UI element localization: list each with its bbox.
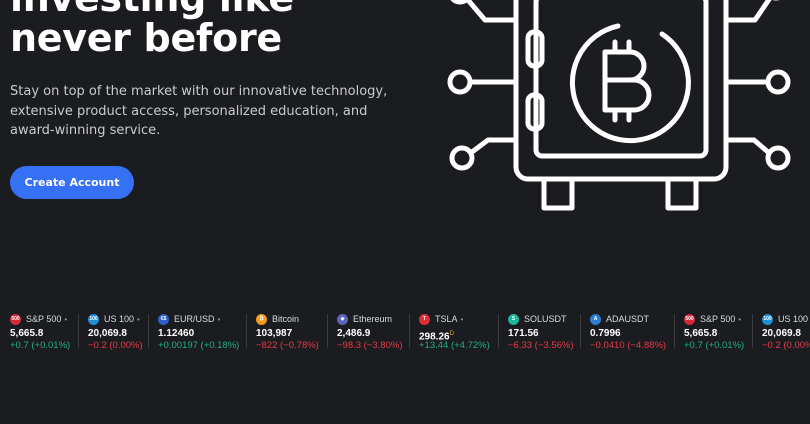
ticker-header: ₿ Bitcoin [256, 312, 319, 326]
market-ticker-bar: 500 S&P 500 • 5,665.8 +0.7 (+0.01%) 100 US 100… [0, 312, 810, 352]
ticker-header: €$ EUR/USD • [158, 312, 239, 326]
asset-logo-icon: A [590, 313, 601, 325]
ticker-header: 500 S&P 500 • [10, 312, 70, 326]
ticker-item[interactable]: €$ EUR/USD • 1.12460 +0.00197 (+0.18%) [148, 312, 240, 351]
asset-logo-icon: S [508, 313, 519, 325]
ticker-change: +0.00197 (+0.18%) [158, 340, 240, 351]
ticker-change: +0.7 (+0.01%) [10, 340, 71, 351]
market-status-dot: • [460, 314, 464, 324]
ticker-change: −6.33 (−3.56%) [508, 340, 574, 351]
ticker-price-row: 103,987 [256, 328, 319, 340]
ticker-header: ◆ Ethereum [337, 312, 403, 326]
ticker-price-row: 20,069.8 [88, 328, 143, 340]
asset-logo-icon: 100 [762, 313, 773, 325]
asset-logo-icon: T [419, 313, 430, 325]
ticker-symbol: Bitcoin [272, 314, 300, 324]
ticker-change: −0.2 (0.00%) [762, 340, 810, 351]
ticker-item[interactable]: T TSLA • 298.26D +13.44 (+4.72%) [409, 312, 490, 351]
hero-title: investing like never before [10, 0, 294, 58]
ticker-item[interactable]: 100US 100•20,069.8−0.2 (0.00%) [752, 312, 810, 351]
ticker-price-row: 5,665.8 [10, 328, 70, 340]
hero-subtitle: Stay on top of the market with our innov… [10, 84, 388, 138]
ticker-header: A ADAUSDT [590, 312, 666, 326]
ticker-change: −822 (−0.78%) [256, 340, 319, 351]
ticker-price-row: 20,069.8 [762, 328, 810, 340]
ticker-change: +0.7 (+0.01%) [684, 340, 745, 351]
ticker-change: −0.0410 (−4.88%) [590, 340, 667, 351]
ticker-price: 1.12460 [158, 328, 195, 339]
ticker-change: −0.2 (0.00%) [88, 340, 143, 351]
ticker-price-row: 1.12460 [158, 328, 239, 340]
ticker-price: 5,665.8 [684, 328, 718, 339]
asset-logo-icon: ◆ [337, 313, 348, 325]
asset-logo-icon: 500 [10, 313, 21, 325]
market-status-dot: • [137, 314, 140, 324]
ticker-header: S SOLUSDT [508, 312, 574, 326]
ticker-item[interactable]: 500 S&P 500 • 5,665.8 +0.7 (+0.01%) [0, 312, 71, 351]
create-account-button[interactable]: Create Account [10, 166, 134, 199]
ticker-divider [148, 314, 149, 348]
ticker-header: 500 S&P 500 • [684, 312, 744, 326]
ticker-symbol: S&P 500 [26, 314, 62, 324]
ticker-price-row: 171.56 [508, 328, 574, 340]
ticker-symbol: S&P 500 [700, 314, 736, 324]
ticker-item[interactable]: A ADAUSDT 0.7996 −0.0410 (−4.88%) [580, 312, 667, 351]
ticker-item[interactable]: 100 US 100• 20,069.8−0.2 (0.00%) [78, 312, 143, 351]
ticker-price: 20,069.8 [88, 328, 127, 339]
ticker-divider [752, 314, 753, 348]
ticker-price-row: 2,486.9 [337, 328, 403, 340]
ticker-item[interactable]: S SOLUSDT 171.56 −6.33 (−3.56%) [498, 312, 574, 351]
ticker-item[interactable]: 500 S&P 500 • 5,665.8 +0.7 (+0.01%) [674, 312, 745, 351]
ticker-change: +13.44 (+4.72%) [419, 340, 490, 351]
market-status-dot: • [217, 314, 221, 324]
ticker-divider [246, 314, 247, 348]
ticker-price-row: 5,665.8 [684, 328, 744, 340]
asset-logo-icon: 500 [684, 313, 695, 325]
ticker-header: 100 US 100• [88, 312, 143, 326]
ticker-divider [409, 314, 410, 348]
ticker-divider [78, 314, 79, 348]
ticker-symbol: SOLUSDT [524, 314, 567, 324]
ticker-symbol: ADAUSDT [606, 314, 650, 324]
ticker-divider [327, 314, 328, 348]
ticker-price-row: 298.26D [419, 328, 490, 342]
ticker-symbol: EUR/USD [174, 314, 215, 324]
market-status-dot: • [738, 314, 742, 324]
ticker-item[interactable]: ◆ Ethereum 2,486.9 −98.3 (−3.80%) [327, 312, 403, 351]
asset-logo-icon: ₿ [256, 313, 267, 325]
ticker-header: 100US 100• [762, 312, 810, 326]
hero-title-line-2: never before [10, 16, 282, 60]
ticker-change: −98.3 (−3.80%) [337, 340, 403, 351]
ticker-divider [498, 314, 499, 348]
ticker-price: 2,486.9 [337, 328, 371, 339]
ticker-symbol: TSLA [435, 314, 458, 324]
ticker-symbol: US 100 [778, 314, 809, 324]
ticker-divider [580, 314, 581, 348]
ticker-price: 0.7996 [590, 328, 621, 339]
asset-logo-icon: 100 [88, 313, 99, 325]
ticker-price-row: 0.7996 [590, 328, 666, 340]
ticker-symbol: Ethereum [353, 314, 393, 324]
asset-logo-icon: €$ [158, 313, 169, 325]
crypto-vault-illustration [447, 0, 791, 211]
ticker-price: 20,069.8 [762, 328, 801, 339]
ticker-symbol: US 100 [104, 314, 135, 324]
ticker-divider [674, 314, 675, 348]
ticker-price: 5,665.8 [10, 328, 44, 339]
delayed-marker: D [449, 331, 454, 337]
ticker-item[interactable]: ₿ Bitcoin 103,987 −822 (−0.78%) [246, 312, 319, 351]
ticker-price: 103,987 [256, 328, 293, 339]
ticker-header: T TSLA • [419, 312, 490, 326]
ticker-price: 171.56 [508, 328, 539, 339]
market-status-dot: • [64, 314, 68, 324]
